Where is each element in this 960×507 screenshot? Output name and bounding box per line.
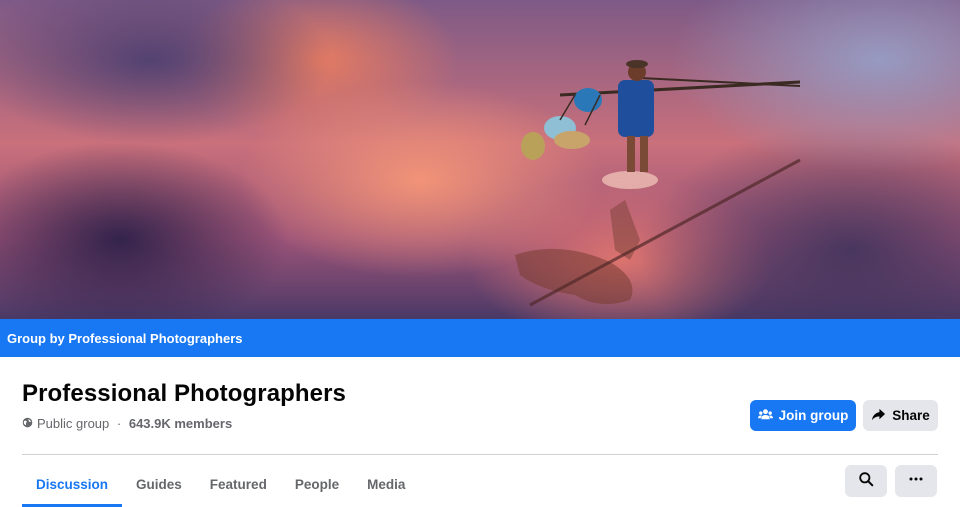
banner-text[interactable]: Group by Professional Photographers: [7, 331, 242, 346]
tab-discussion[interactable]: Discussion: [22, 462, 123, 507]
page-title: Professional Photographers: [22, 380, 346, 407]
cover-photo: [0, 0, 960, 319]
tab-guides[interactable]: Guides: [122, 462, 196, 506]
tab-media[interactable]: Media: [353, 462, 419, 506]
more-options-button[interactable]: [895, 465, 937, 497]
join-group-label: Join group: [778, 408, 849, 423]
share-button[interactable]: Share: [863, 400, 938, 431]
member-count[interactable]: 643.9K members: [129, 416, 232, 431]
tab-label: Featured: [209, 476, 267, 492]
join-group-button[interactable]: Join group: [750, 400, 856, 431]
tab-label: Guides: [136, 476, 182, 492]
tab-label: People: [294, 476, 340, 492]
more-dots-icon: [908, 471, 924, 492]
tab-people[interactable]: People: [281, 462, 353, 506]
header-divider: [22, 454, 938, 455]
tab-featured[interactable]: Featured: [196, 462, 281, 506]
share-arrow-icon: [871, 407, 886, 425]
meta-separator: ·: [113, 416, 125, 431]
globe-icon: [22, 416, 33, 431]
search-button[interactable]: [845, 465, 887, 497]
search-icon: [858, 471, 874, 492]
tab-label: Discussion: [36, 476, 109, 492]
group-banner[interactable]: Group by Professional Photographers: [0, 319, 960, 357]
people-icon: [757, 407, 773, 425]
tab-label: Media: [367, 476, 406, 492]
cover-photo-art: [515, 60, 801, 307]
share-label: Share: [892, 408, 930, 423]
group-meta: Public group · 643.9K members: [22, 416, 232, 431]
group-tabs: Discussion Guides Featured People Media: [22, 462, 419, 507]
privacy-label[interactable]: Public group: [37, 416, 109, 431]
